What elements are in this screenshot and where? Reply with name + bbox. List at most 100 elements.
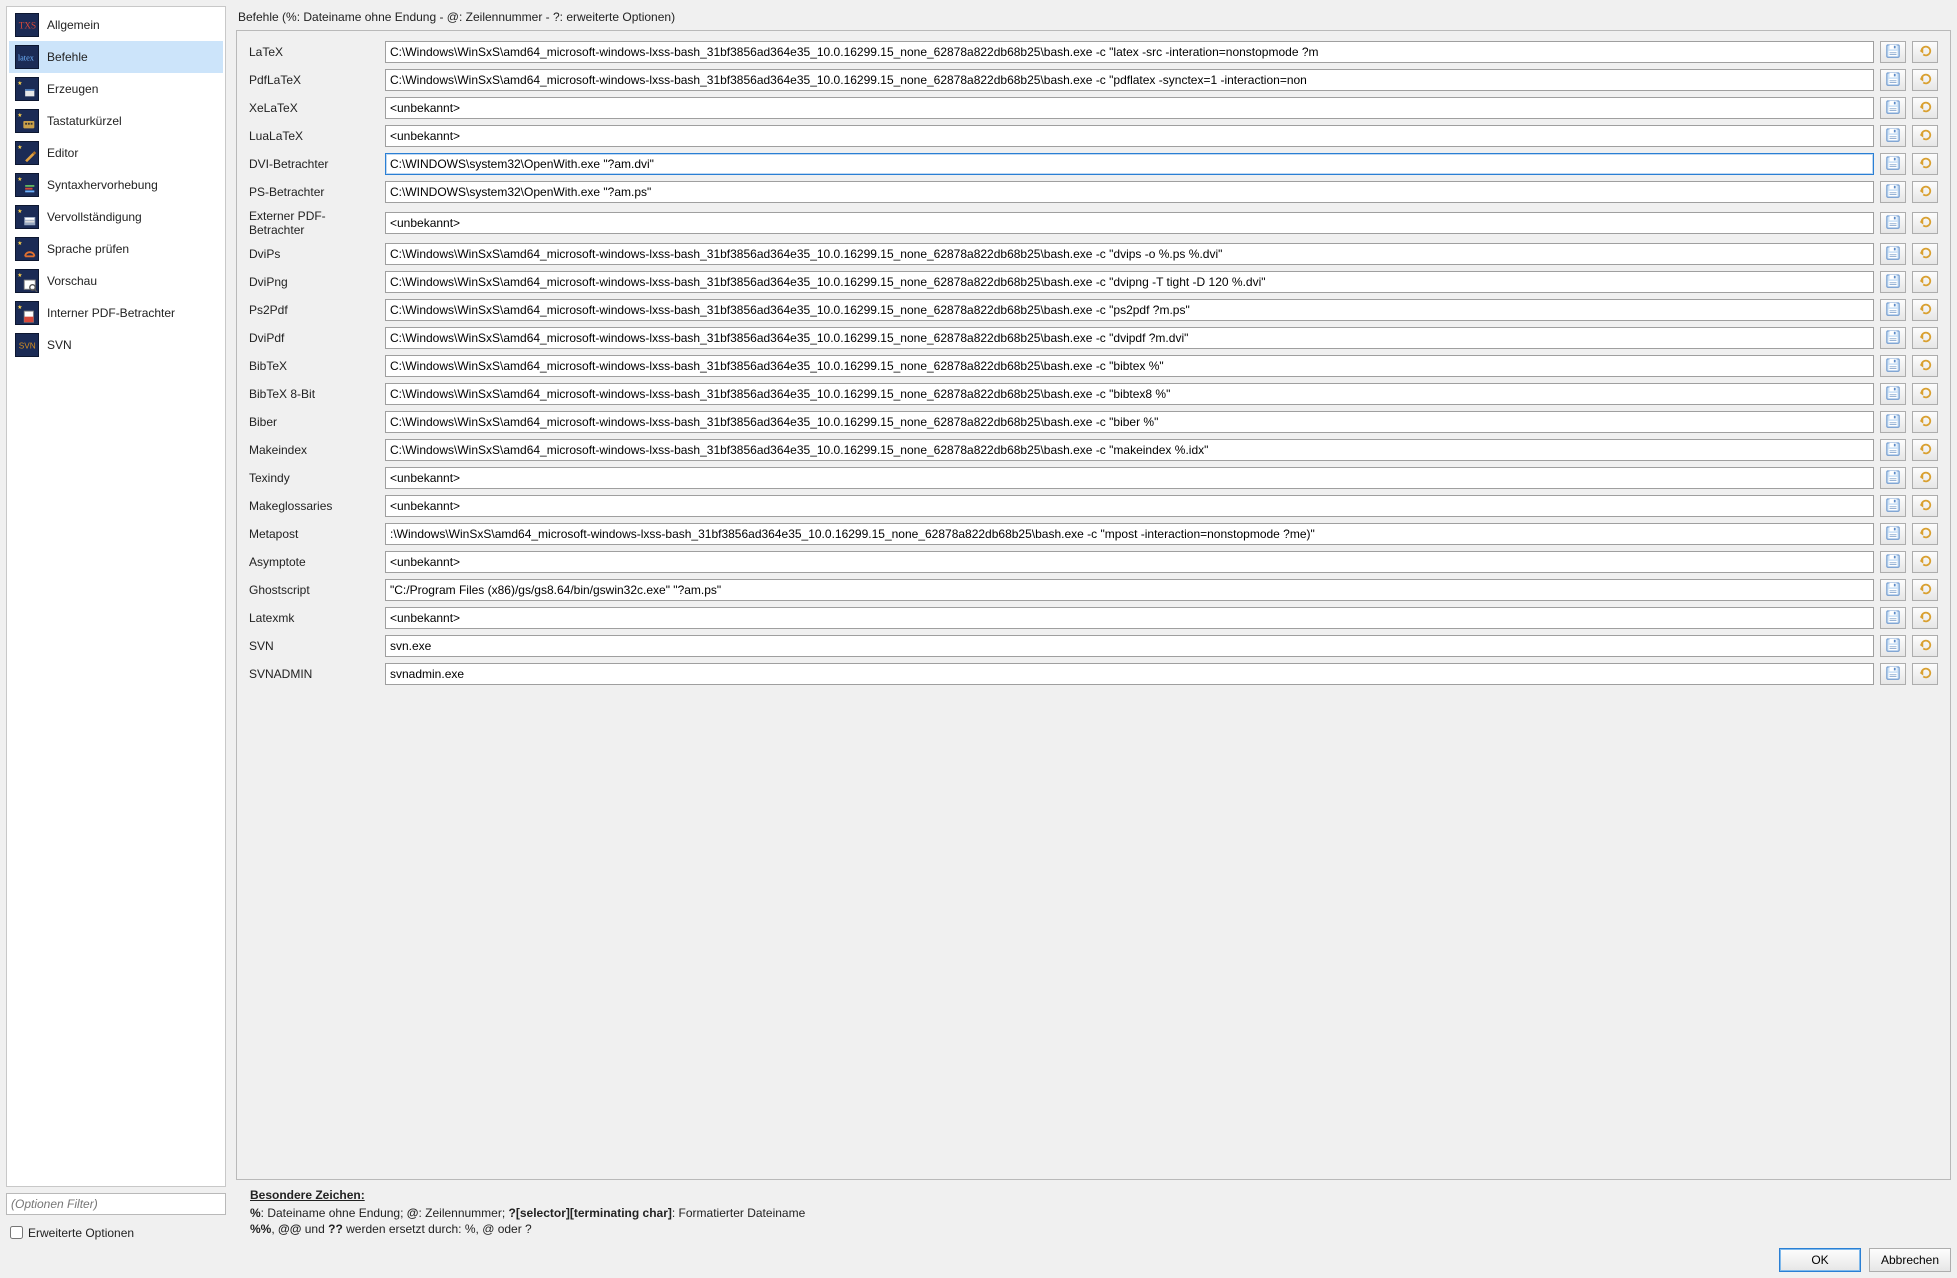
advanced-options-checkbox-input[interactable] [10,1226,23,1239]
command-input[interactable] [385,467,1874,489]
sidebar-item-txs[interactable]: TXSAllgemein [9,9,223,41]
browse-button[interactable] [1880,635,1906,657]
browse-button[interactable] [1880,243,1906,265]
revert-button[interactable] [1912,467,1938,489]
command-input[interactable] [385,271,1874,293]
sidebar-item-label: Interner PDF-Betrachter [47,306,175,320]
command-input[interactable] [385,97,1874,119]
command-input[interactable] [385,299,1874,321]
ok-button[interactable]: OK [1779,1248,1861,1272]
browse-button[interactable] [1880,97,1906,119]
revert-button[interactable] [1912,439,1938,461]
revert-button[interactable] [1912,212,1938,234]
browse-button[interactable] [1880,299,1906,321]
browse-button[interactable] [1880,69,1906,91]
browse-button[interactable] [1880,271,1906,293]
revert-button[interactable] [1912,97,1938,119]
browse-button[interactable] [1880,383,1906,405]
browse-button[interactable] [1880,411,1906,433]
command-input[interactable] [385,69,1874,91]
command-label: Asymptote [249,555,379,569]
command-row: Makeglossaries [249,495,1938,517]
command-label: Makeglossaries [249,499,379,513]
browse-button[interactable] [1880,607,1906,629]
revert-button[interactable] [1912,607,1938,629]
revert-button[interactable] [1912,355,1938,377]
browse-button[interactable] [1880,41,1906,63]
command-input[interactable] [385,153,1874,175]
sidebar-item-svn[interactable]: SVNSVN [9,329,223,361]
browse-button[interactable] [1880,439,1906,461]
revert-button[interactable] [1912,663,1938,685]
browse-button[interactable] [1880,212,1906,234]
revert-button[interactable] [1912,523,1938,545]
browse-button[interactable] [1880,551,1906,573]
command-row: DviPs [249,243,1938,265]
revert-button[interactable] [1912,495,1938,517]
options-filter-input[interactable] [6,1193,226,1215]
command-input[interactable] [385,579,1874,601]
command-input[interactable] [385,411,1874,433]
command-input[interactable] [385,41,1874,63]
command-input[interactable] [385,439,1874,461]
undo-icon [1918,100,1932,117]
build-icon [15,77,39,101]
sidebar-item-pdf[interactable]: Interner PDF-Betrachter [9,297,223,329]
revert-button[interactable] [1912,579,1938,601]
command-input[interactable] [385,181,1874,203]
command-input[interactable] [385,383,1874,405]
browse-button[interactable] [1880,495,1906,517]
sidebar-item-build[interactable]: Erzeugen [9,73,223,105]
command-input[interactable] [385,243,1874,265]
revert-button[interactable] [1912,383,1938,405]
settings-category-list[interactable]: TXSAllgemeinlatexBefehleErzeugenTastatur… [6,6,226,1187]
browse-button[interactable] [1880,663,1906,685]
command-input[interactable] [385,327,1874,349]
command-row: XeLaTeX [249,97,1938,119]
revert-button[interactable] [1912,153,1938,175]
revert-button[interactable] [1912,69,1938,91]
revert-button[interactable] [1912,299,1938,321]
sidebar-item-preview[interactable]: Vorschau [9,265,223,297]
sidebar-item-editor[interactable]: Editor [9,137,223,169]
sidebar-item-syntax[interactable]: Syntaxhervorhebung [9,169,223,201]
command-input[interactable] [385,635,1874,657]
revert-button[interactable] [1912,181,1938,203]
browse-button[interactable] [1880,579,1906,601]
browse-button[interactable] [1880,355,1906,377]
revert-button[interactable] [1912,271,1938,293]
command-input[interactable] [385,125,1874,147]
command-input[interactable] [385,495,1874,517]
advanced-options-checkbox[interactable]: Erweiterte Optionen [6,1223,226,1242]
command-row: PS-Betrachter [249,181,1938,203]
command-input[interactable] [385,355,1874,377]
browse-button[interactable] [1880,125,1906,147]
browse-button[interactable] [1880,327,1906,349]
preview-icon [15,269,39,293]
revert-button[interactable] [1912,635,1938,657]
revert-button[interactable] [1912,41,1938,63]
revert-button[interactable] [1912,327,1938,349]
command-input[interactable] [385,523,1874,545]
command-row: Asymptote [249,551,1938,573]
command-input[interactable] [385,607,1874,629]
command-input[interactable] [385,551,1874,573]
command-input[interactable] [385,663,1874,685]
command-label: LuaLaTeX [249,129,379,143]
sidebar-item-spell[interactable]: Sprache prüfen [9,233,223,265]
sidebar-item-latex[interactable]: latexBefehle [9,41,223,73]
command-input[interactable] [385,212,1874,234]
browse-button[interactable] [1880,467,1906,489]
browse-button[interactable] [1880,181,1906,203]
revert-button[interactable] [1912,125,1938,147]
svg-text:TXS: TXS [19,21,36,31]
revert-button[interactable] [1912,243,1938,265]
sidebar-item-keys[interactable]: Tastaturkürzel [9,105,223,137]
revert-button[interactable] [1912,411,1938,433]
floppy-icon [1886,44,1900,61]
browse-button[interactable] [1880,153,1906,175]
revert-button[interactable] [1912,551,1938,573]
cancel-button[interactable]: Abbrechen [1869,1248,1951,1272]
browse-button[interactable] [1880,523,1906,545]
sidebar-item-complete[interactable]: Vervollständigung [9,201,223,233]
